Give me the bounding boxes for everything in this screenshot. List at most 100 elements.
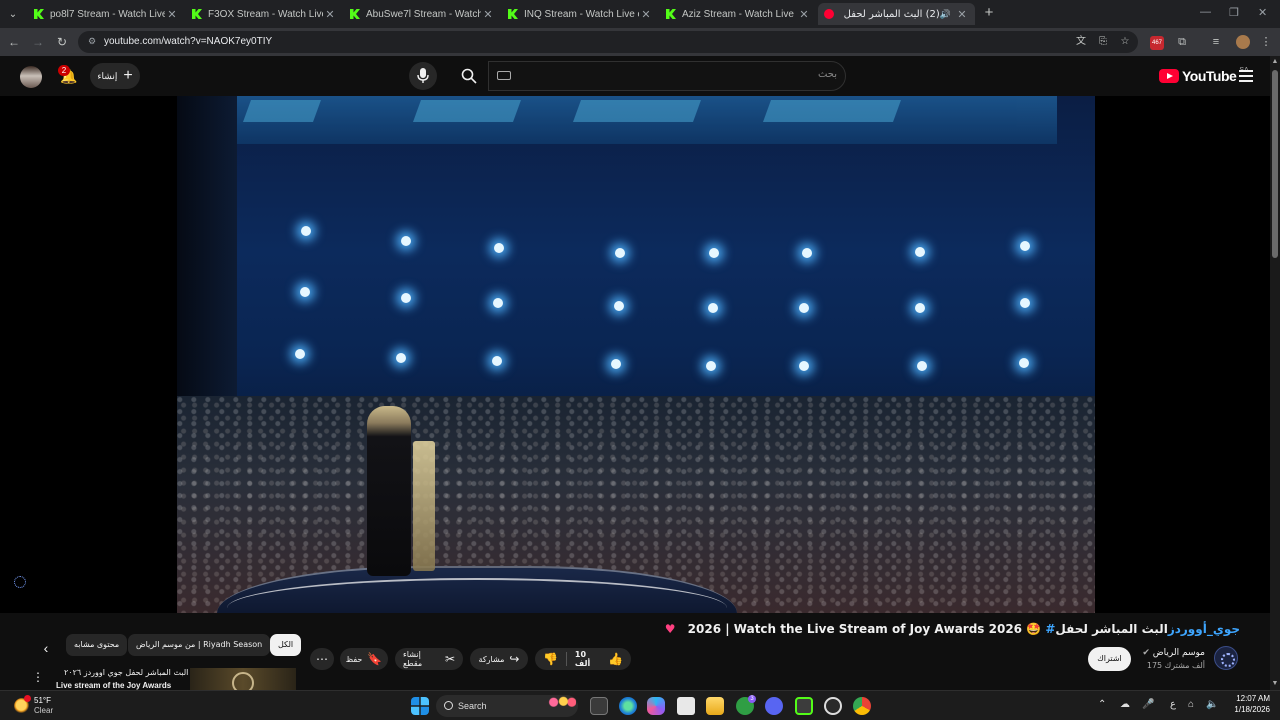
- youtube-logo[interactable]: YouTube SA: [1159, 67, 1249, 84]
- close-icon[interactable]: ✕: [797, 8, 811, 21]
- scroll-thumb[interactable]: [1272, 70, 1278, 258]
- weather-desc[interactable]: Clear: [34, 706, 53, 715]
- search-input[interactable]: [519, 69, 837, 80]
- guide-menu-icon[interactable]: [1239, 70, 1253, 82]
- close-window-icon[interactable]: ✕: [1258, 6, 1267, 19]
- scroll-down-arrow-icon[interactable]: ▼: [1271, 680, 1279, 688]
- video-player[interactable]: [0, 96, 1270, 613]
- minimize-icon[interactable]: —: [1200, 6, 1211, 18]
- scissors-icon: ✂: [444, 652, 455, 666]
- spotlight: [706, 361, 716, 371]
- dislike-icon[interactable]: 👎: [543, 653, 558, 665]
- account-avatar[interactable]: [20, 66, 42, 88]
- browser-tab-active[interactable]: (2) البث المباشر لحفل #جوي 🔊 ✕: [818, 3, 975, 25]
- scroll-up-arrow-icon[interactable]: ▲: [1271, 58, 1279, 66]
- forward-arrow-icon[interactable]: →: [30, 34, 46, 50]
- close-icon[interactable]: ✕: [323, 8, 337, 21]
- audio-playing-icon[interactable]: 🔊: [940, 9, 951, 20]
- video-frame[interactable]: [177, 96, 1095, 613]
- recommendation-thumbnail[interactable]: [190, 668, 296, 694]
- new-tab-button[interactable]: +: [980, 4, 998, 22]
- settings-gear-icon[interactable]: [824, 697, 842, 715]
- chip-riyadh-season[interactable]: من موسم الرياض | Riyadh Season: [128, 634, 271, 656]
- like-count[interactable]: 10 ألف: [575, 650, 603, 668]
- notification-count: 2: [58, 65, 70, 76]
- kick-app-icon[interactable]: [795, 697, 813, 715]
- task-view-icon[interactable]: [590, 697, 608, 715]
- browser-menu-icon[interactable]: ⋮: [1258, 34, 1274, 50]
- loading-spinner-icon: [14, 576, 26, 588]
- profile-avatar[interactable]: [1236, 35, 1250, 49]
- youtube-wordmark: YouTube: [1182, 68, 1237, 84]
- back-arrow-icon[interactable]: ←: [6, 34, 22, 50]
- url-text[interactable]: youtube.com/watch?v=NAOK7ey0TIY: [104, 36, 272, 47]
- site-info-icon[interactable]: ⚙: [86, 36, 98, 48]
- tray-overflow-icon[interactable]: ⌃: [1098, 699, 1106, 710]
- close-icon[interactable]: ✕: [639, 8, 653, 21]
- spotlight: [615, 248, 625, 258]
- translate-icon[interactable]: 文: [1074, 35, 1088, 49]
- close-icon[interactable]: ✕: [481, 8, 495, 21]
- youtube-play-icon: [1159, 69, 1179, 83]
- windows-start-icon[interactable]: [411, 697, 429, 715]
- browser-tab[interactable]: INQ Stream - Watch Live on Ki ✕: [502, 3, 659, 25]
- reload-icon[interactable]: ↻: [54, 34, 70, 50]
- subscribe-button[interactable]: اشتراك: [1088, 647, 1131, 671]
- weather-alert-badge: [24, 695, 31, 702]
- discord-icon[interactable]: [765, 697, 783, 715]
- weather-temp[interactable]: 51°F: [34, 696, 51, 705]
- maximize-icon[interactable]: ❐: [1229, 6, 1239, 19]
- create-button[interactable]: إنشاء +: [90, 63, 140, 89]
- recommendation-title-ar[interactable]: البث المباشر لحفل جوي اووردز ٢٠٢٦: [64, 668, 188, 677]
- channel-name[interactable]: ✔ موسم الرياض: [1142, 648, 1205, 658]
- spotlight: [917, 361, 927, 371]
- mic-tray-icon[interactable]: 🎤: [1142, 699, 1154, 710]
- clock-time[interactable]: 12:07 AM: [1230, 694, 1270, 703]
- close-icon[interactable]: ✕: [165, 8, 179, 21]
- install-app-icon[interactable]: ⎘: [1096, 35, 1110, 49]
- browser-tab[interactable]: F3OX Stream - Watch Live on K ✕: [186, 3, 343, 25]
- clip-button[interactable]: إنشاء مقطع ✂: [395, 648, 463, 670]
- recommendation-menu-icon[interactable]: ⋮: [32, 670, 44, 684]
- save-button[interactable]: حفظ 🔖: [340, 648, 388, 670]
- spotlight: [1020, 241, 1030, 251]
- spotlight: [493, 298, 503, 308]
- edge-icon[interactable]: [619, 697, 637, 715]
- clock-date[interactable]: 1/18/2026: [1226, 705, 1270, 714]
- copilot-icon[interactable]: [647, 697, 665, 715]
- recommendation-title-en[interactable]: Live stream of the Joy Awards: [56, 681, 171, 690]
- close-icon[interactable]: ✕: [955, 8, 969, 21]
- reading-list-icon[interactable]: ≡: [1208, 34, 1224, 50]
- store-icon[interactable]: [677, 697, 695, 715]
- kick-icon: [508, 9, 518, 19]
- browser-tab-strip: ⌄ po8l7 Stream - Watch Live on K ✕ F3OX …: [0, 0, 1280, 28]
- network-icon[interactable]: ⌂: [1188, 699, 1194, 710]
- extension-badge[interactable]: 467: [1150, 36, 1164, 50]
- bookmark-star-icon[interactable]: ☆: [1118, 35, 1132, 49]
- like-icon[interactable]: 👍: [608, 653, 623, 665]
- chip-related[interactable]: محتوى مشابه: [66, 634, 128, 656]
- spotlight: [396, 353, 406, 363]
- file-explorer-icon[interactable]: [706, 697, 724, 715]
- voice-search-button[interactable]: [409, 62, 437, 90]
- tab-title: Aziz Stream - Watch Live on Ki: [682, 8, 797, 20]
- browser-tab[interactable]: po8l7 Stream - Watch Live on K ✕: [28, 3, 185, 25]
- share-button[interactable]: مشاركة ↪: [470, 648, 528, 670]
- more-actions-button[interactable]: ⋯: [310, 648, 334, 670]
- chrome-icon[interactable]: [853, 697, 871, 715]
- chips-prev-arrow-icon[interactable]: ‹: [36, 638, 56, 658]
- browser-tab[interactable]: AbuSwe7l Stream - Watch Live ✕: [344, 3, 501, 25]
- input-language[interactable]: ع: [1170, 699, 1176, 710]
- share-arrow-icon: ↪: [509, 652, 520, 666]
- page-scrollbar[interactable]: ▲ ▼: [1270, 56, 1280, 690]
- extensions-puzzle-icon[interactable]: ⧉: [1174, 34, 1190, 50]
- tab-search-icon[interactable]: ⌄: [4, 5, 22, 23]
- keyboard-icon[interactable]: [497, 71, 511, 80]
- volume-icon[interactable]: 🔈: [1206, 699, 1218, 710]
- chip-all[interactable]: الكل: [270, 634, 302, 656]
- search-button[interactable]: [453, 61, 487, 91]
- browser-tab[interactable]: Aziz Stream - Watch Live on Ki ✕: [660, 3, 817, 25]
- address-bar[interactable]: ⚙ youtube.com/watch?v=NAOK7ey0TIY 文 ⎘ ☆: [78, 31, 1138, 53]
- channel-avatar[interactable]: [1214, 646, 1238, 670]
- onedrive-cloud-icon[interactable]: ☁: [1120, 699, 1130, 710]
